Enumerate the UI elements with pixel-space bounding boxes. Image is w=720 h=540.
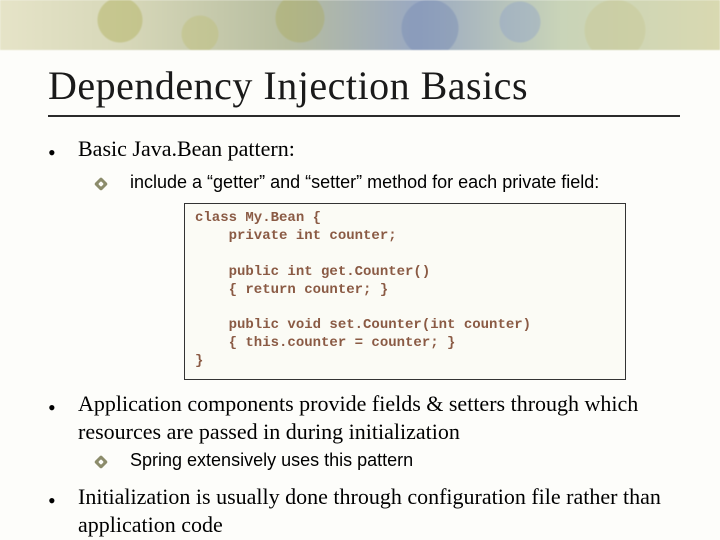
fancy-bullet-icon (96, 171, 130, 197)
bullet-text: Basic Java.Bean pattern: (78, 135, 680, 167)
slide: Dependency Injection Basics • Basic Java… (0, 0, 720, 540)
code-block: class My.Bean { private int counter; pub… (184, 203, 626, 380)
bullet-level2: Spring extensively uses this pattern (96, 449, 680, 475)
title-underline (48, 115, 680, 117)
bullet-level1: • Initialization is usually done through… (48, 483, 680, 538)
fancy-bullet-icon (96, 449, 130, 475)
decorative-banner (0, 0, 720, 50)
bullet-text: include a “getter” and “setter” method f… (130, 171, 680, 197)
content-area: Dependency Injection Basics • Basic Java… (48, 52, 680, 540)
bullet-text: Spring extensively uses this pattern (130, 449, 680, 475)
bullet-dot-icon: • (48, 135, 78, 167)
bullet-level1: • Application components provide fields … (48, 390, 680, 445)
bullet-dot-icon: • (48, 390, 78, 445)
slide-title: Dependency Injection Basics (48, 62, 680, 109)
bullet-dot-icon: • (48, 483, 78, 538)
bullet-text: Application components provide fields & … (78, 390, 680, 445)
bullet-level2: include a “getter” and “setter” method f… (96, 171, 680, 197)
bullet-level1: • Basic Java.Bean pattern: (48, 135, 680, 167)
bullet-text: Initialization is usually done through c… (78, 483, 680, 538)
